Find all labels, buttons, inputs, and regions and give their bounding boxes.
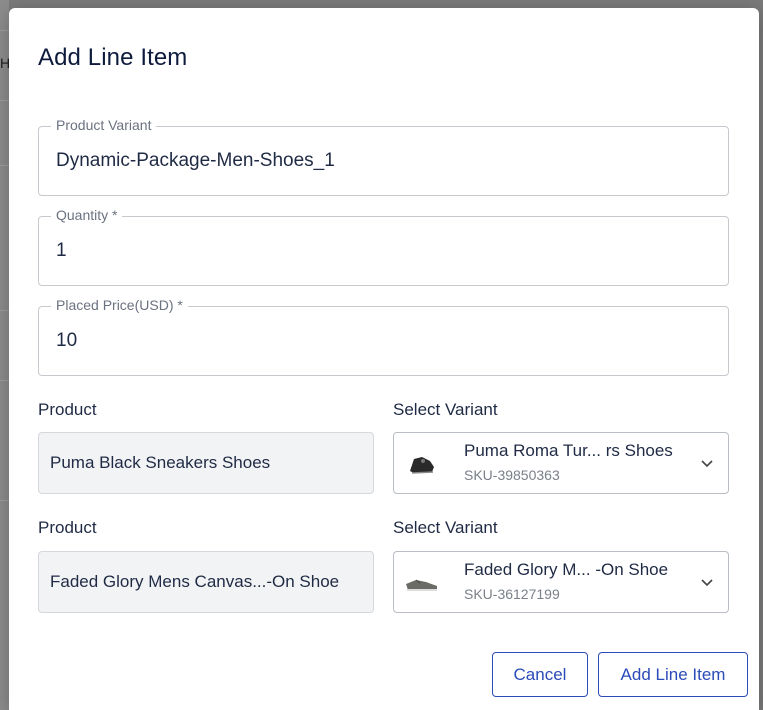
product-label: Product: [38, 518, 97, 537]
backdrop-divider: [0, 165, 9, 166]
product-variant-value: Dynamic-Package-Men-Shoes_1: [56, 150, 335, 171]
add-line-item-dialog: Add Line Item Product Variant Dynamic-Pa…: [9, 8, 759, 710]
quantity-field[interactable]: Quantity * 1: [38, 207, 729, 286]
chevron-down-icon[interactable]: [700, 456, 714, 470]
product-label: Product: [38, 400, 97, 419]
quantity-label: Quantity *: [51, 207, 123, 223]
variant-name: Faded Glory M... -On Shoe: [464, 560, 669, 579]
variant-select[interactable]: Puma Roma Tur... rs Shoes SKU-39850363: [393, 432, 729, 494]
product-readonly-field: Faded Glory Mens Canvas...-On Shoe: [38, 551, 374, 613]
dialog-title: Add Line Item: [38, 44, 188, 71]
product-readonly-field: Puma Black Sneakers Shoes: [38, 432, 374, 494]
placed-price-label: Placed Price(USD) *: [51, 297, 188, 313]
variant-sku: SKU-36127199: [464, 586, 560, 602]
backdrop-divider: [0, 500, 9, 501]
product-name: Puma Black Sneakers Shoes: [50, 453, 271, 472]
product-name: Faded Glory Mens Canvas...-On Shoe: [50, 572, 340, 591]
variant-name: Puma Roma Tur... rs Shoes: [464, 441, 673, 460]
backdrop-divider: [0, 30, 9, 31]
select-variant-label: Select Variant: [393, 518, 498, 537]
cancel-button[interactable]: Cancel: [492, 652, 588, 697]
backdrop-divider: [0, 380, 9, 381]
variant-sku: SKU-39850363: [464, 467, 560, 483]
shoe-thumbnail-icon: [410, 457, 434, 474]
product-variant-label: Product Variant: [51, 117, 157, 133]
add-line-item-button[interactable]: Add Line Item: [598, 652, 748, 697]
backdrop-edge: [0, 0, 9, 710]
placed-price-field[interactable]: Placed Price(USD) * 10: [38, 297, 729, 376]
placed-price-value: 10: [56, 330, 78, 351]
chevron-down-icon[interactable]: [700, 575, 714, 589]
product-variant-field[interactable]: Product Variant Dynamic-Package-Men-Shoe…: [38, 117, 729, 196]
select-variant-label: Select Variant: [393, 400, 498, 419]
backdrop-divider: [0, 310, 9, 311]
quantity-value: 1: [56, 240, 67, 261]
variant-select[interactable]: Faded Glory M... -On Shoe SKU-36127199: [393, 551, 729, 613]
shoe-thumbnail-icon: [406, 579, 437, 591]
backdrop-divider: [0, 100, 9, 101]
